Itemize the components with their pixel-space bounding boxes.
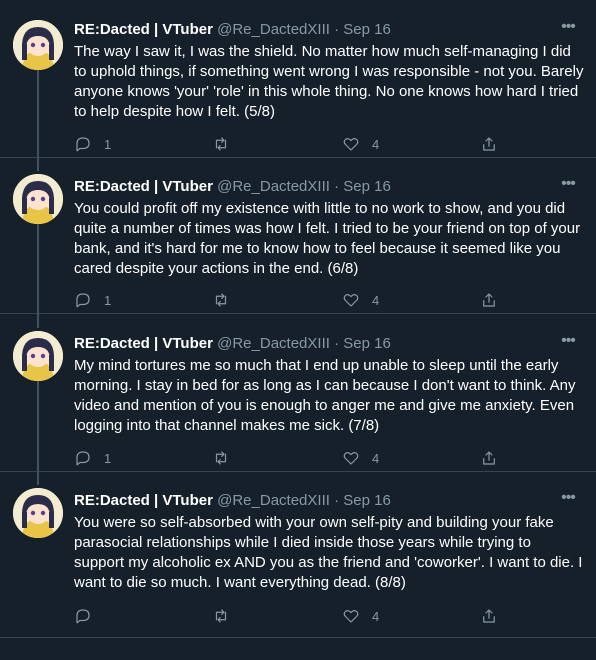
share-icon — [483, 293, 495, 307]
avatar[interactable] — [13, 331, 63, 381]
tweet-text: The way I saw it, I was the shield. No m… — [74, 43, 584, 120]
share-button[interactable] — [480, 606, 498, 626]
share-icon — [483, 609, 495, 623]
retweet-button[interactable] — [212, 448, 242, 468]
thread-connector — [37, 222, 39, 314]
heart-icon — [343, 294, 359, 307]
reply-button[interactable] — [74, 606, 104, 626]
avatar-image — [13, 488, 63, 538]
author-handle[interactable]: @Re_DactedXIII — [217, 492, 330, 509]
tweet-actions: 4 — [74, 606, 504, 626]
share-icon — [483, 137, 495, 151]
retweet-icon — [215, 293, 227, 307]
tweet-text: My mind tortures me so much that I end u… — [74, 357, 576, 434]
thread-connector — [37, 379, 39, 472]
share-icon — [483, 451, 495, 465]
tweet-header: RE:Dacted | VTuber @Re_DactedXIII · Sep … — [74, 177, 556, 197]
thread-connector — [37, 472, 39, 485]
author-name[interactable]: RE:Dacted | VTuber — [74, 492, 213, 509]
retweet-icon — [215, 137, 227, 151]
more-options-icon[interactable]: ••• — [558, 490, 578, 511]
like-count: 4 — [372, 292, 380, 308]
author-handle[interactable]: @Re_DactedXIII — [217, 335, 330, 352]
tweet-text: You could profit off my existence with l… — [74, 200, 581, 277]
tweet-date[interactable]: Sep 16 — [343, 492, 391, 509]
like-button[interactable]: 4 — [342, 606, 379, 626]
share-button[interactable] — [480, 290, 498, 310]
share-button[interactable] — [480, 134, 498, 154]
author-name[interactable]: RE:Dacted | VTuber — [74, 21, 213, 38]
reply-count: 1 — [104, 136, 112, 152]
more-options-icon[interactable]: ••• — [558, 176, 578, 197]
separator: · — [334, 492, 340, 509]
tweet[interactable]: RE:Dacted | VTuber @Re_DactedXIII · Sep … — [0, 0, 596, 158]
tweet-date[interactable]: Sep 16 — [343, 178, 391, 195]
reply-count: 1 — [104, 450, 112, 466]
retweet-button[interactable] — [212, 290, 242, 310]
reply-button[interactable]: 1 — [74, 134, 111, 154]
separator: · — [334, 178, 340, 195]
tweet-date[interactable]: Sep 16 — [343, 335, 391, 352]
avatar-image — [13, 331, 63, 381]
avatar-image — [13, 174, 63, 224]
tweet-actions: 1 4 — [74, 448, 504, 468]
avatar[interactable] — [13, 488, 63, 538]
tweet-header: RE:Dacted | VTuber @Re_DactedXIII · Sep … — [74, 20, 556, 40]
share-button[interactable] — [480, 448, 498, 468]
tweet[interactable]: RE:Dacted | VTuber @Re_DactedXIII · Sep … — [0, 158, 596, 314]
retweet-button[interactable] — [212, 134, 242, 154]
retweet-button[interactable] — [212, 606, 242, 626]
author-handle[interactable]: @Re_DactedXIII — [217, 178, 330, 195]
like-button[interactable]: 4 — [342, 448, 379, 468]
thread-connector — [37, 158, 39, 171]
tweet-header: RE:Dacted | VTuber @Re_DactedXIII · Sep … — [74, 334, 556, 354]
tweet-actions: 1 4 — [74, 134, 504, 154]
reply-button[interactable]: 1 — [74, 448, 111, 468]
tweet[interactable]: RE:Dacted | VTuber @Re_DactedXIII · Sep … — [0, 314, 596, 472]
reply-icon — [76, 451, 90, 466]
like-count: 4 — [372, 450, 380, 466]
tweet[interactable]: RE:Dacted | VTuber @Re_DactedXIII · Sep … — [0, 472, 596, 638]
retweet-icon — [215, 451, 227, 465]
tweet-date[interactable]: Sep 16 — [343, 21, 391, 38]
reply-icon — [76, 293, 90, 308]
reply-icon — [76, 609, 90, 624]
more-options-icon[interactable]: ••• — [558, 333, 578, 354]
tweet-text: You were so self-absorbed with your own … — [74, 514, 583, 591]
tweet-header: RE:Dacted | VTuber @Re_DactedXIII · Sep … — [74, 491, 556, 511]
thread-connector — [37, 64, 39, 158]
avatar[interactable] — [13, 20, 63, 70]
heart-icon — [343, 452, 359, 465]
reply-button[interactable]: 1 — [74, 290, 111, 310]
avatar[interactable] — [13, 174, 63, 224]
like-count: 4 — [372, 136, 380, 152]
more-options-icon[interactable]: ••• — [558, 19, 578, 40]
author-name[interactable]: RE:Dacted | VTuber — [74, 335, 213, 352]
separator: · — [334, 21, 340, 38]
tweet-actions: 1 4 — [74, 290, 504, 310]
like-button[interactable]: 4 — [342, 134, 379, 154]
avatar-image — [13, 20, 63, 70]
heart-icon — [343, 610, 359, 623]
like-count: 4 — [372, 608, 380, 624]
reply-count: 1 — [104, 292, 112, 308]
like-button[interactable]: 4 — [342, 290, 379, 310]
tweet-thread: RE:Dacted | VTuber @Re_DactedXIII · Sep … — [0, 0, 596, 660]
reply-icon — [76, 137, 90, 152]
author-name[interactable]: RE:Dacted | VTuber — [74, 178, 213, 195]
retweet-icon — [215, 609, 227, 623]
separator: · — [334, 335, 340, 352]
heart-icon — [343, 138, 359, 151]
thread-connector — [37, 314, 39, 328]
author-handle[interactable]: @Re_DactedXIII — [217, 21, 330, 38]
